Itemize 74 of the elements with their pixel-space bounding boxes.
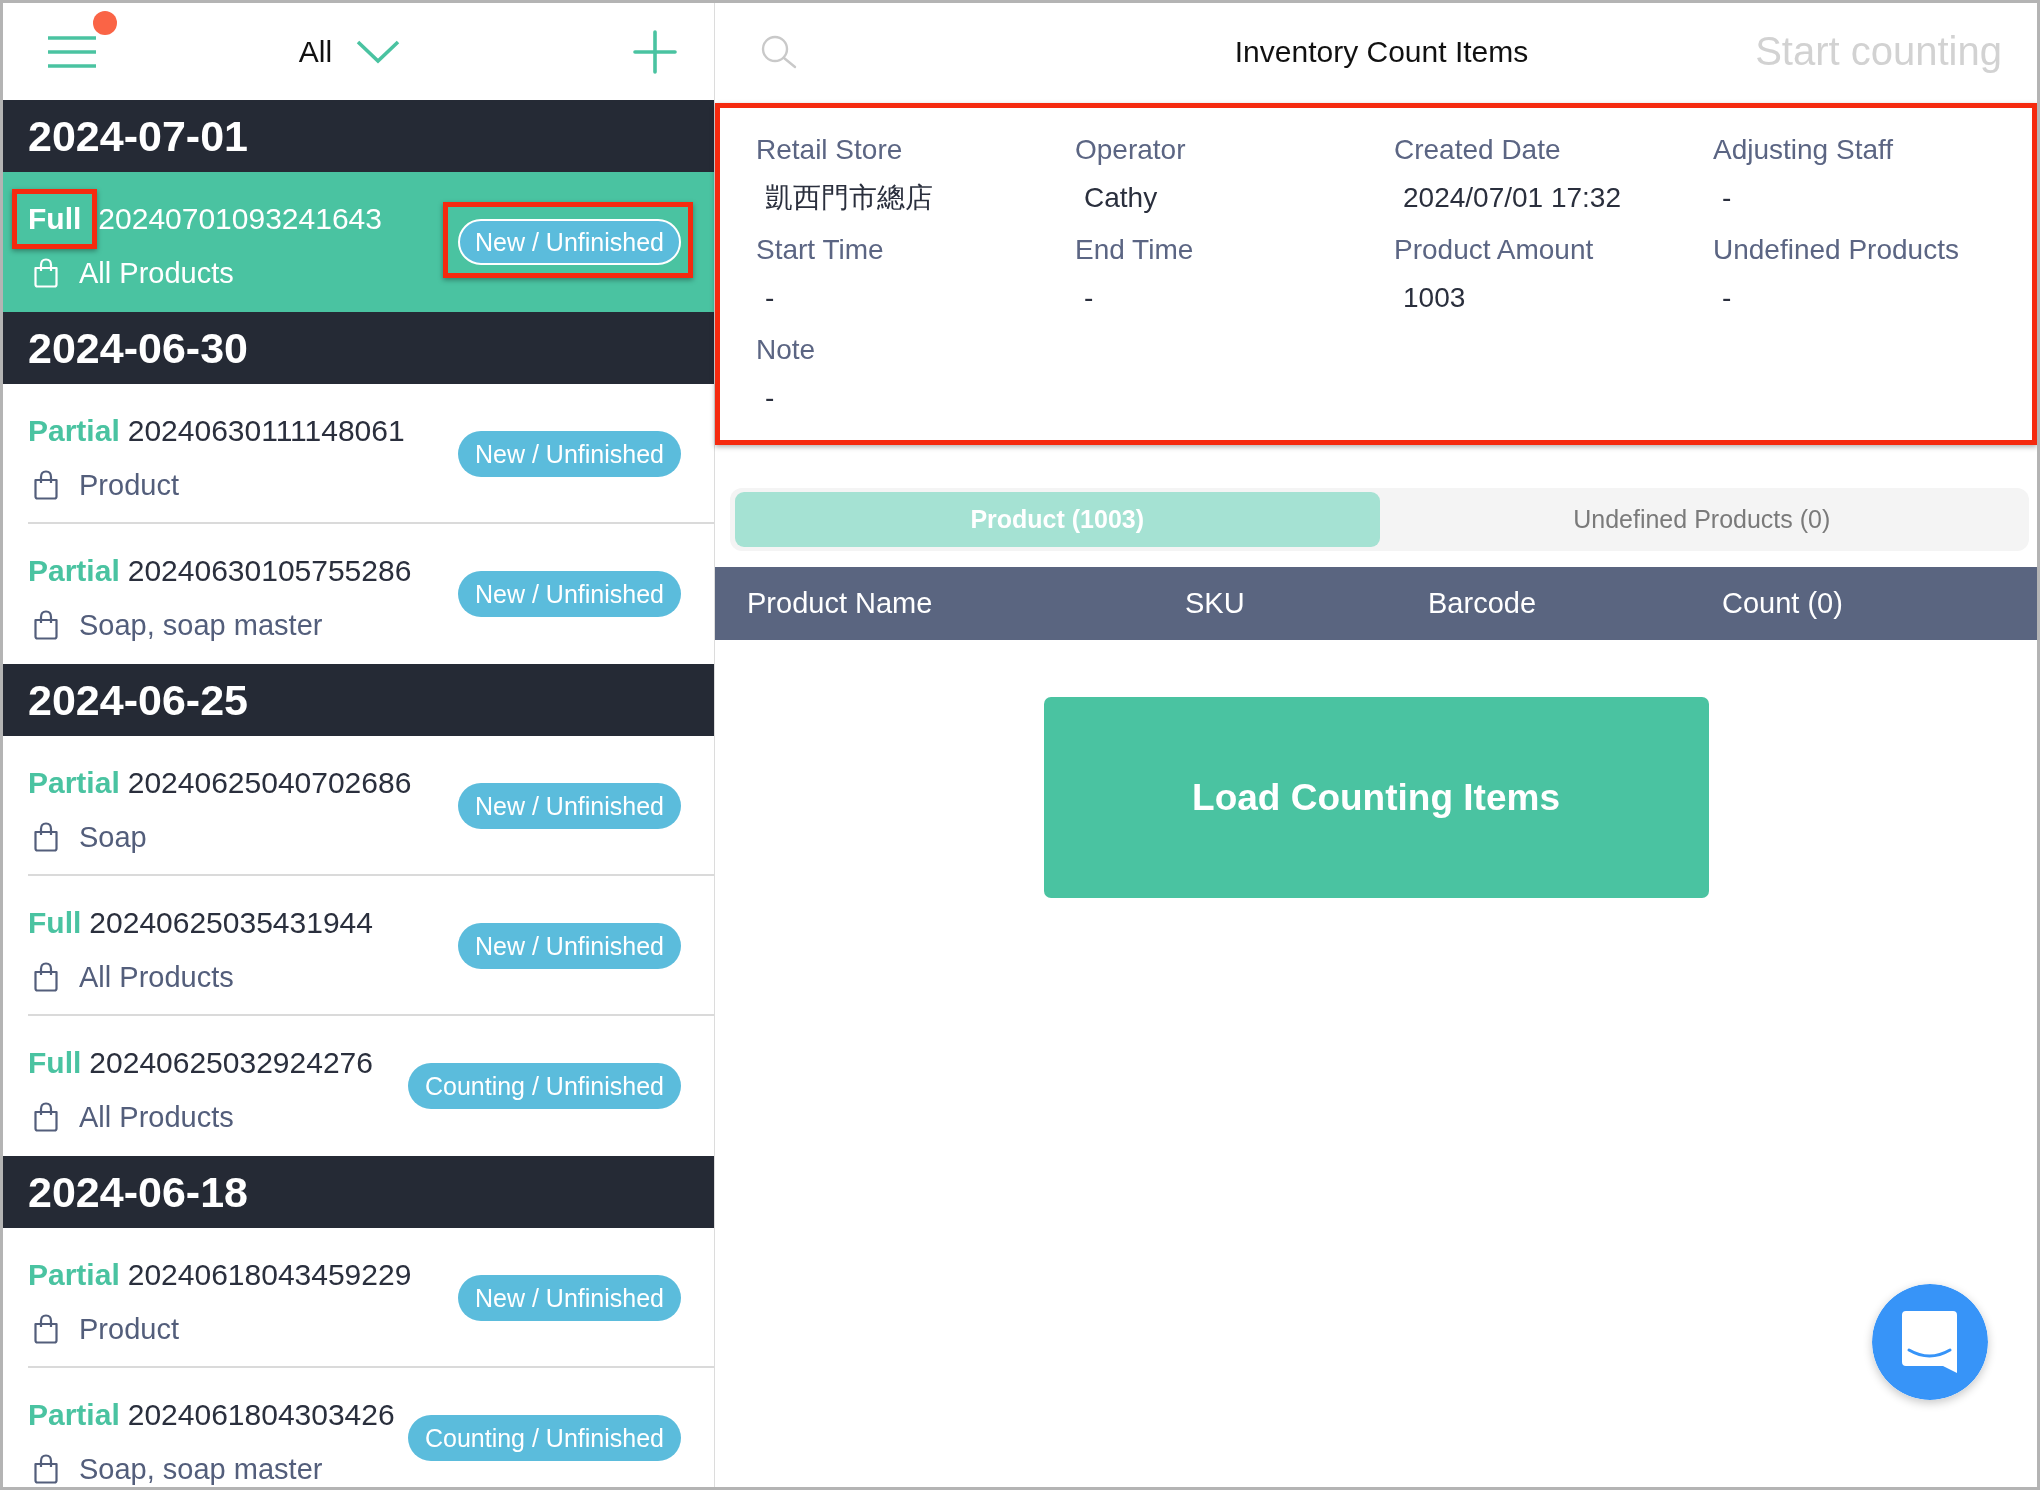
field-value: -	[764, 281, 776, 315]
field-value: 2024/07/01 17:32	[1402, 181, 1622, 215]
date-header: 2024-06-18	[3, 1156, 714, 1228]
status-badge: New / Unfinished	[458, 571, 681, 617]
scope-label: All Products	[79, 1100, 234, 1135]
scope-label: Soap, soap master	[79, 1452, 323, 1487]
menu-icon[interactable]	[48, 35, 96, 68]
filter-dropdown[interactable]: All	[298, 34, 401, 69]
count-type-label: Partial	[28, 413, 120, 449]
shopping-bag-icon	[33, 470, 59, 500]
shopping-bag-icon	[33, 1454, 59, 1484]
column-header: Count (0)	[1722, 587, 1844, 620]
field-label: Retail Store	[756, 133, 904, 167]
scope-label: Product	[79, 1312, 179, 1347]
chevron-down-icon	[356, 39, 401, 64]
column-header: Barcode	[1428, 587, 1537, 620]
shopping-bag-icon	[33, 822, 59, 852]
shopping-bag-icon	[33, 258, 59, 288]
search-icon[interactable]	[761, 34, 797, 69]
tab[interactable]: Undefined Products (0)	[1379, 492, 2024, 547]
count-number: 20240630105755286	[127, 553, 412, 589]
shopping-bag-icon	[33, 1314, 59, 1344]
field-label: Created Date	[1394, 133, 1562, 167]
chat-icon[interactable]	[1872, 1284, 1988, 1400]
date-header: 2024-06-30	[3, 312, 714, 384]
field-value: 凱西門市總店	[764, 181, 934, 215]
count-type-label: Full	[28, 905, 82, 941]
scope-label: All Products	[79, 256, 234, 291]
date-header: 2024-06-25	[3, 664, 714, 736]
status-badge: Counting / Unfinished	[407, 1063, 681, 1109]
count-number: 20240630111148061	[127, 413, 405, 449]
count-type-label: Partial	[28, 1397, 120, 1433]
date-header: 2024-07-01	[3, 100, 714, 172]
field-value: -	[764, 381, 776, 415]
shopping-bag-icon	[33, 610, 59, 640]
status-badge: New / Unfinished	[458, 431, 681, 477]
status-badge: New / Unfinished	[458, 923, 681, 969]
field-label: Operator	[1075, 133, 1187, 167]
field-label: Product Amount	[1394, 233, 1595, 267]
status-badge: New / Unfinished	[458, 783, 681, 829]
field-value: -	[1721, 281, 1733, 315]
field-label: End Time	[1075, 233, 1195, 267]
scope-label: Soap	[79, 820, 147, 855]
shopping-bag-icon	[33, 962, 59, 992]
count-type-label: Partial	[28, 765, 120, 801]
field-label: Undefined Products	[1713, 233, 1960, 267]
count-type-label: Full	[28, 1045, 82, 1081]
field-value: 1003	[1402, 281, 1467, 315]
field-value: Cathy	[1083, 181, 1159, 215]
scope-label: Soap, soap master	[79, 608, 323, 643]
field-label: Start Time	[756, 233, 885, 267]
count-number: 20240625032924276	[89, 1045, 373, 1081]
scope-label: Product	[79, 468, 179, 503]
field-label: Adjusting Staff	[1713, 133, 1895, 167]
count-type-label: Full	[28, 202, 82, 235]
page-title: Inventory Count Items	[1234, 34, 1529, 69]
field-label: Note	[756, 333, 817, 367]
column-header: SKU	[1185, 587, 1246, 620]
status-badge: New / Unfinished	[458, 219, 681, 265]
count-type-label: Partial	[28, 1257, 120, 1293]
count-number: 20240701093241643	[98, 201, 382, 237]
status-badge: New / Unfinished	[458, 1275, 681, 1321]
column-header: Product Name	[747, 587, 934, 620]
field-value: -	[1721, 181, 1733, 215]
count-number: 2024061804303426	[127, 1397, 395, 1433]
count-type-label: Partial	[28, 553, 120, 589]
count-number: 20240625035431944	[89, 905, 373, 941]
count-number: 20240625040702686	[127, 765, 412, 801]
status-badge: Counting / Unfinished	[407, 1415, 681, 1461]
shopping-bag-icon	[33, 1102, 59, 1132]
count-number: 20240618043459229	[127, 1257, 412, 1293]
scope-label: All Products	[79, 960, 234, 995]
field-value: -	[1083, 281, 1095, 315]
plus-icon[interactable]	[633, 29, 677, 74]
